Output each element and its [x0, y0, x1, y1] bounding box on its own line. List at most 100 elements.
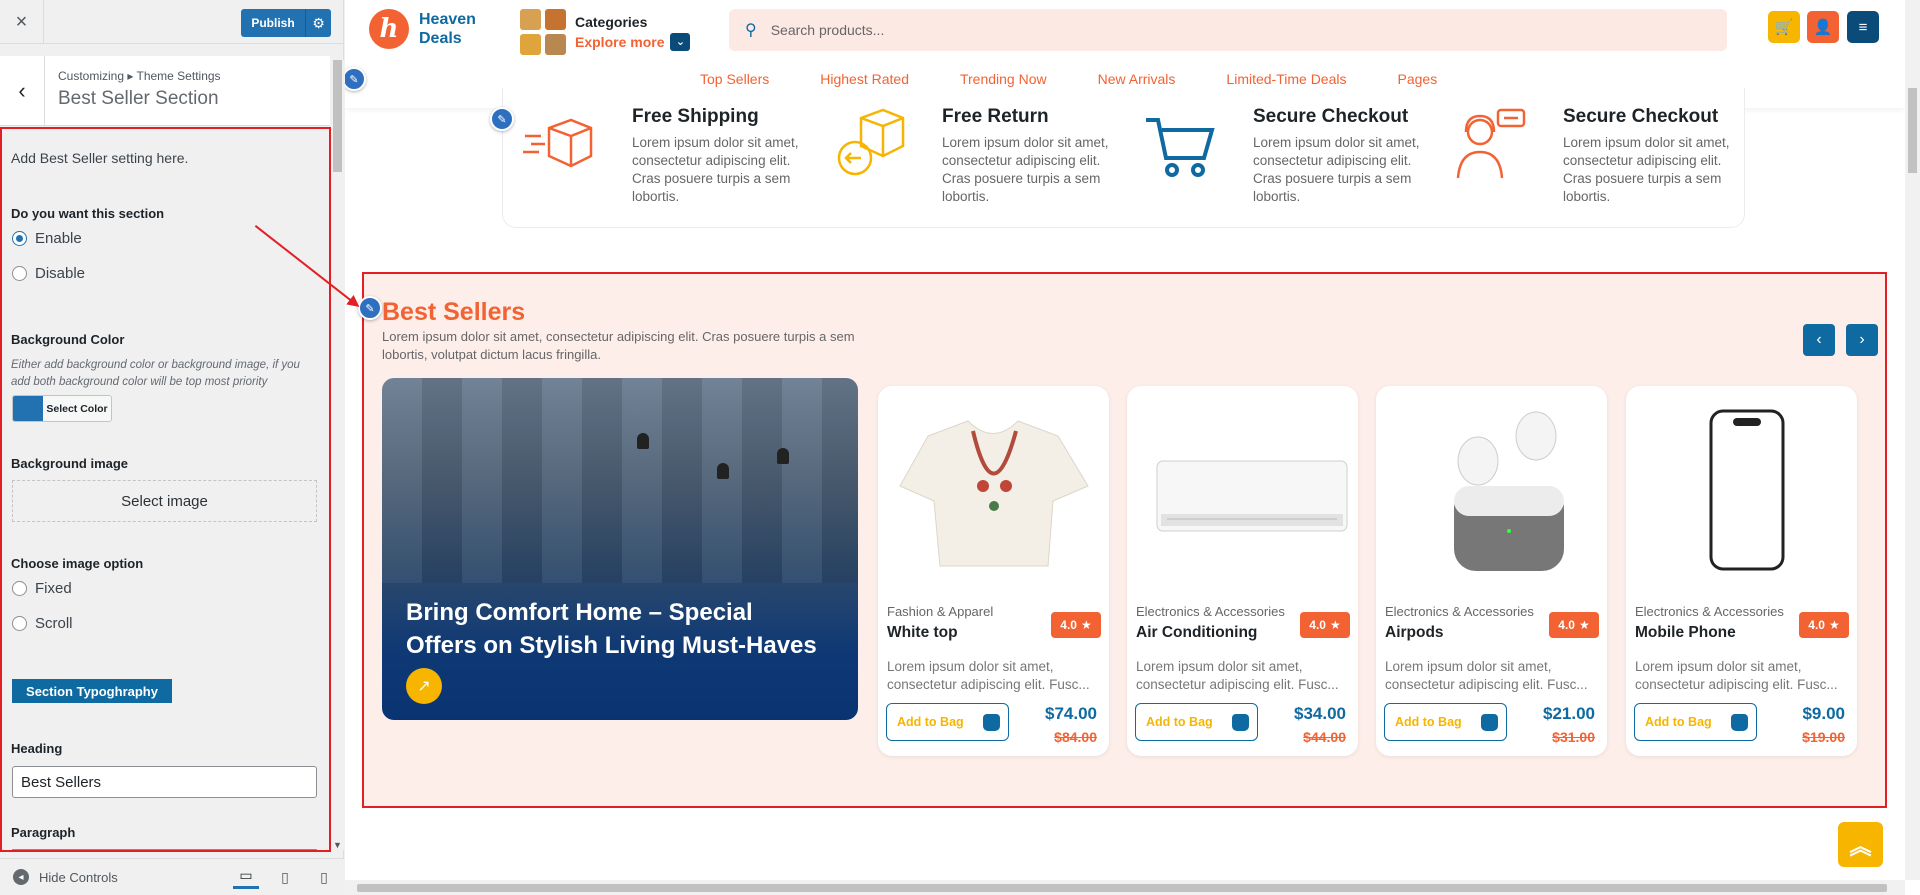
double-chevron-up-icon: ︽	[1849, 833, 1872, 859]
hide-controls-label: Hide Controls	[39, 869, 118, 885]
search-bar[interactable]: ⚲ Search products...	[729, 9, 1727, 51]
hide-controls-button[interactable]: ◂ Hide Controls	[13, 869, 118, 885]
radio-fixed[interactable]: Fixed	[12, 580, 72, 597]
product-description: Lorem ipsum dolor sit amet, consectetur …	[887, 659, 1090, 692]
heading-input[interactable]: Best Sellers	[12, 766, 317, 798]
settings-panel: Add Best Seller setting here. Do you wan…	[0, 127, 331, 852]
product-card[interactable]: Electronics & Accessories Airpods 4.0 ★ L…	[1376, 386, 1607, 756]
search-icon: ⚲	[745, 22, 757, 39]
radio-checked-icon	[12, 231, 27, 246]
product-name[interactable]: Airpods	[1385, 624, 1444, 642]
background-color-help: Either add background color or backgroun…	[11, 359, 300, 388]
scrollbar-thumb[interactable]	[1908, 88, 1917, 173]
edit-shortcut-icon[interactable]: ✎	[358, 296, 382, 320]
feature-title: Secure Checkout	[1563, 106, 1719, 127]
sidebar-scrollbar[interactable]: ▼	[331, 60, 344, 850]
radio-unchecked-icon	[12, 616, 27, 631]
product-category: Fashion & Apparel	[887, 604, 994, 619]
feature-title: Secure Checkout	[1253, 106, 1409, 127]
section-header: ‹ Customizing ▸ Theme Settings Best Sell…	[0, 56, 330, 126]
product-category: Electronics & Accessories	[1385, 604, 1534, 619]
desktop-preview-icon[interactable]: ▭	[233, 865, 259, 889]
radio-scroll-label: Scroll	[35, 615, 73, 632]
rating-badge: 4.0 ★	[1799, 612, 1849, 638]
site-logo[interactable]: h Heaven Deals	[369, 9, 476, 49]
preview-vertical-scrollbar[interactable]	[1905, 0, 1920, 880]
star-icon: ★	[1080, 618, 1092, 632]
add-to-bag-button[interactable]: Add to Bag	[1135, 703, 1258, 741]
menu-button[interactable]: ≡	[1847, 11, 1879, 43]
arrow-up-right-icon[interactable]: ↗	[406, 668, 442, 704]
select-color-button[interactable]: Select Color	[12, 395, 112, 422]
feature-text: Lorem ipsum dolor sit amet, consectetur …	[1563, 135, 1730, 204]
product-name[interactable]: Mobile Phone	[1635, 624, 1736, 642]
nav-limited-time-deals[interactable]: Limited-Time Deals	[1226, 71, 1346, 87]
product-name[interactable]: Air Conditioning	[1136, 624, 1257, 642]
product-category: Electronics & Accessories	[1635, 604, 1784, 619]
product-image	[888, 406, 1099, 576]
categories-menu[interactable]: Categories Explore more ⌄	[520, 9, 691, 55]
radio-scroll[interactable]: Scroll	[12, 615, 73, 632]
shopping-bag-icon	[983, 714, 1000, 731]
product-card[interactable]: Fashion & Apparel White top 4.0 ★ Lorem i…	[878, 386, 1109, 756]
mobile-preview-icon[interactable]: ▯	[311, 865, 337, 889]
product-description: Lorem ipsum dolor sit amet, consectetur …	[1136, 659, 1339, 692]
product-old-price: $44.00	[1303, 729, 1346, 745]
add-to-bag-button[interactable]: Add to Bag	[1384, 703, 1507, 741]
section-typography-button[interactable]: Section Typoghraphy	[12, 679, 172, 703]
prev-button[interactable]: ‹	[1803, 324, 1835, 356]
chevron-left-icon: ‹	[18, 78, 26, 103]
nav-pages[interactable]: Pages	[1398, 71, 1438, 87]
nav-highest-rated[interactable]: Highest Rated	[820, 71, 909, 87]
logo-line2: Deals	[419, 30, 462, 47]
lamp-decoration	[717, 463, 729, 479]
close-customizer-button[interactable]: ×	[0, 0, 44, 44]
nav-top-sellers[interactable]: Top Sellers	[700, 71, 769, 87]
banner-image	[382, 378, 858, 584]
promo-banner[interactable]: Bring Comfort Home – Special Offers on S…	[382, 378, 858, 720]
radio-disable[interactable]: Disable	[12, 265, 85, 282]
logo-line1: Heaven	[419, 11, 476, 28]
radio-enable[interactable]: Enable	[12, 230, 82, 247]
publish-button[interactable]: Publish ⚙	[241, 9, 331, 37]
add-to-bag-button[interactable]: Add to Bag	[886, 703, 1009, 741]
star-icon: ★	[1828, 618, 1840, 632]
nav-trending-now[interactable]: Trending Now	[960, 71, 1047, 87]
feature-text: Lorem ipsum dolor sit amet, consectetur …	[632, 135, 799, 204]
nav-new-arrivals[interactable]: New Arrivals	[1098, 71, 1176, 87]
scroll-down-icon[interactable]: ▼	[333, 840, 342, 850]
product-card[interactable]: Electronics & Accessories Air Conditioni…	[1127, 386, 1358, 756]
lamp-decoration	[777, 448, 789, 464]
show-section-label: Do you want this section	[11, 206, 165, 221]
radio-unchecked-icon	[12, 266, 27, 281]
chevron-down-icon[interactable]: ⌄	[670, 32, 691, 51]
scrollbar-thumb[interactable]	[333, 60, 342, 172]
background-image-label: Background image	[11, 456, 129, 471]
product-price: $21.00	[1543, 704, 1595, 723]
gear-icon[interactable]: ⚙	[305, 9, 331, 37]
shipping-box-icon	[523, 118, 593, 168]
preview-horizontal-scrollbar[interactable]	[345, 880, 1905, 895]
customizer-sidebar: × Publish ⚙ ‹ Customizing ▸ Theme Settin…	[0, 0, 344, 895]
account-button[interactable]: 👤	[1807, 11, 1839, 43]
tablet-preview-icon[interactable]: ▯	[272, 865, 298, 889]
best-sellers-description: Lorem ipsum dolor sit amet, consectetur …	[382, 329, 855, 362]
scroll-to-top-button[interactable]: ︽	[1838, 822, 1883, 867]
back-button[interactable]: ‹	[0, 56, 45, 126]
cart-button[interactable]: 🛒	[1768, 11, 1800, 43]
heading-label: Heading	[11, 741, 63, 756]
search-input[interactable]: Search products...	[771, 22, 885, 38]
add-to-bag-button[interactable]: Add to Bag	[1634, 703, 1757, 741]
product-name[interactable]: White top	[887, 624, 958, 642]
scrollbar-thumb[interactable]	[357, 884, 1887, 892]
feature-text: Lorem ipsum dolor sit amet, consectetur …	[1253, 135, 1420, 204]
select-image-button[interactable]: Select image	[12, 480, 317, 522]
lamp-decoration	[637, 433, 649, 449]
product-card[interactable]: Electronics & Accessories Mobile Phone 4…	[1626, 386, 1857, 756]
edit-shortcut-icon[interactable]: ✎	[490, 107, 514, 131]
cart-icon: 🛒	[1774, 19, 1794, 36]
product-category: Electronics & Accessories	[1136, 604, 1285, 619]
paragraph-input[interactable]	[12, 849, 317, 850]
next-button[interactable]: ›	[1846, 324, 1878, 356]
explore-more-link[interactable]: Explore more ⌄	[575, 32, 691, 51]
